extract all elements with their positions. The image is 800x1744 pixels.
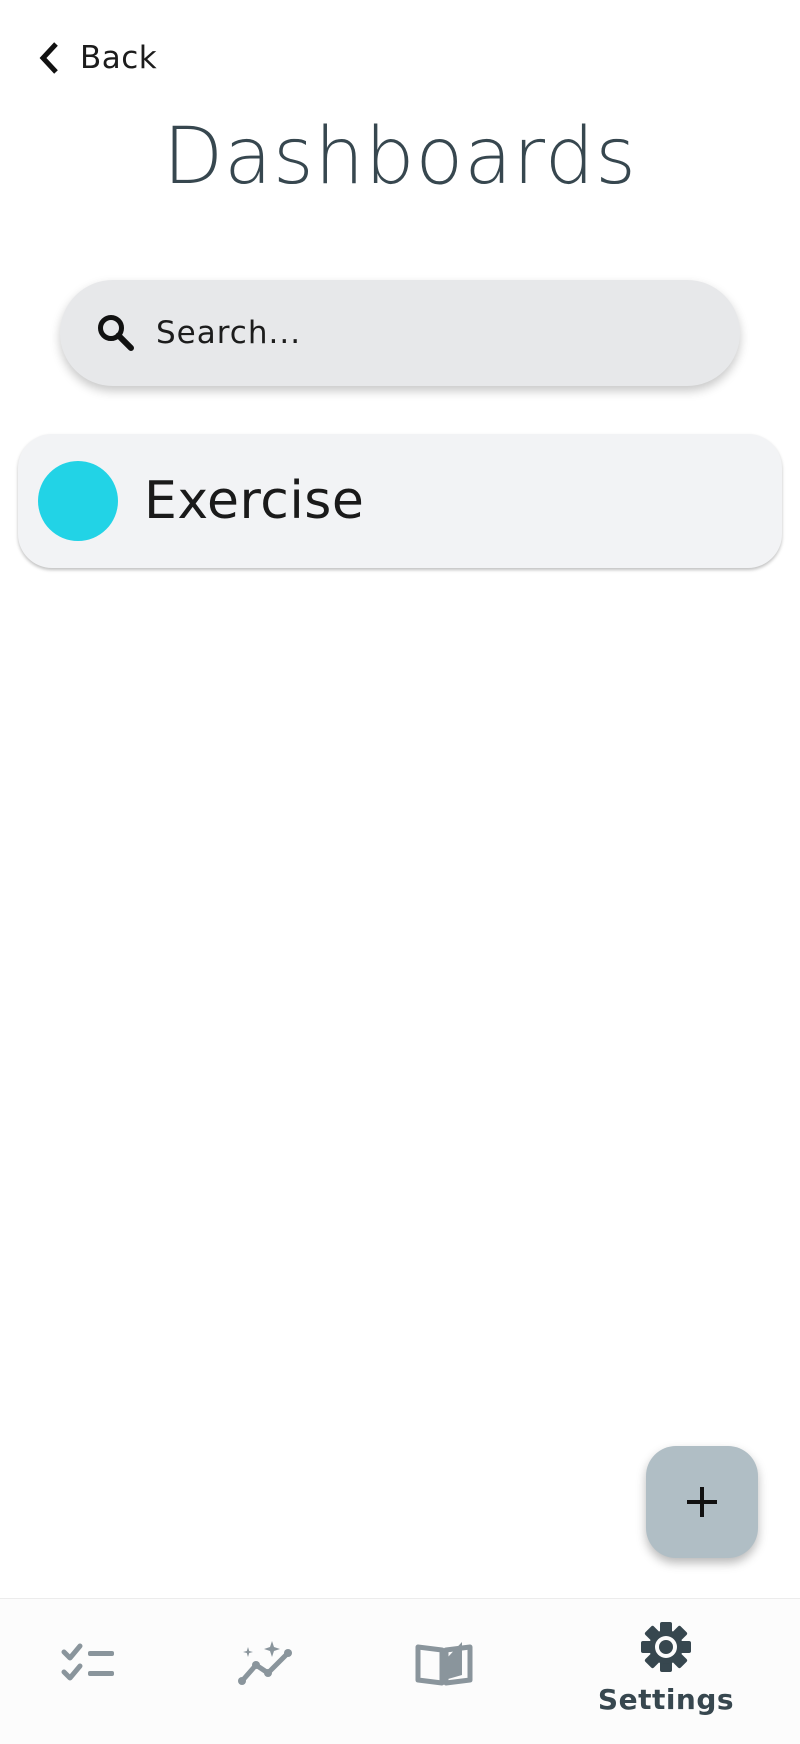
dashboard-label: Exercise xyxy=(144,471,365,531)
bottom-navigation: Settings xyxy=(0,1598,800,1744)
tasks-checklist-icon xyxy=(61,1643,114,1681)
nav-insights[interactable] xyxy=(224,1599,308,1744)
search-bar[interactable] xyxy=(60,280,740,386)
gear-icon xyxy=(641,1622,691,1672)
dashboard-color-dot xyxy=(38,461,118,541)
nav-journal[interactable] xyxy=(402,1599,486,1744)
nav-settings[interactable]: Settings xyxy=(586,1599,746,1744)
back-label: Back xyxy=(80,40,158,76)
insights-chart-icon xyxy=(238,1641,292,1685)
nav-settings-label: Settings xyxy=(597,1683,735,1716)
dashboards-screen: Back Dashboards Exercise xyxy=(0,0,800,1744)
search-icon xyxy=(96,313,136,353)
search-input[interactable] xyxy=(154,314,678,352)
nav-tasks[interactable] xyxy=(48,1599,132,1744)
add-dashboard-button[interactable] xyxy=(646,1446,758,1558)
back-button[interactable]: Back xyxy=(36,36,157,80)
journal-book-icon xyxy=(415,1642,473,1686)
page-title: Dashboards xyxy=(163,112,637,202)
chevron-left-icon xyxy=(39,42,58,74)
dashboard-item-exercise[interactable]: Exercise xyxy=(18,434,782,568)
plus-icon xyxy=(687,1487,717,1517)
